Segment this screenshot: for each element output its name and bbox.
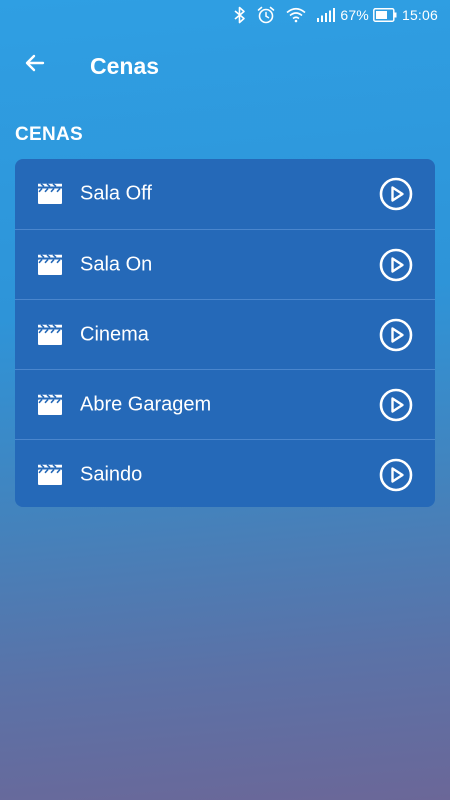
scene-label: Saindo [80, 463, 143, 485]
status-bar: 67% 15:06 [0, 0, 450, 30]
page-title: Cenas [90, 53, 160, 79]
scene-label: Sala Off [80, 182, 152, 205]
scene-label: Sala On [80, 253, 153, 275]
play-circle-icon[interactable] [379, 248, 413, 282]
bluetooth-icon [234, 6, 246, 24]
clapperboard-icon [37, 183, 63, 205]
scene-item-sala-on[interactable]: Sala On [15, 229, 435, 299]
play-circle-icon[interactable] [379, 318, 413, 352]
scene-item-cinema[interactable]: Cinema [15, 299, 435, 369]
cellular-signal-icon [316, 7, 336, 23]
app-bar: Cenas [0, 30, 450, 104]
battery-icon [373, 8, 397, 22]
scenes-list: Sala Off Sala On Cinema Abre Garagem Sai… [15, 159, 435, 507]
status-time: 15:06 [401, 7, 438, 23]
arrow-left-icon [23, 51, 47, 79]
clapperboard-icon [37, 323, 63, 346]
scene-item-abre-garagem[interactable]: Abre Garagem [15, 369, 435, 439]
clapperboard-icon [37, 463, 63, 486]
battery-percent: 67% [340, 7, 369, 23]
clapperboard-icon [37, 253, 63, 276]
scene-label: Abre Garagem [80, 393, 212, 415]
scene-item-saindo[interactable]: Saindo [15, 439, 435, 507]
play-circle-icon[interactable] [379, 177, 413, 211]
section-heading: CENAS [15, 124, 84, 145]
play-circle-icon[interactable] [379, 458, 413, 492]
scene-item-sala-off[interactable]: Sala Off [15, 159, 435, 229]
alarm-icon [256, 5, 276, 25]
wifi-icon [286, 7, 306, 23]
back-button[interactable] [18, 48, 52, 82]
play-circle-icon[interactable] [379, 388, 413, 422]
clapperboard-icon [37, 393, 63, 416]
scene-label: Cinema [80, 323, 149, 345]
